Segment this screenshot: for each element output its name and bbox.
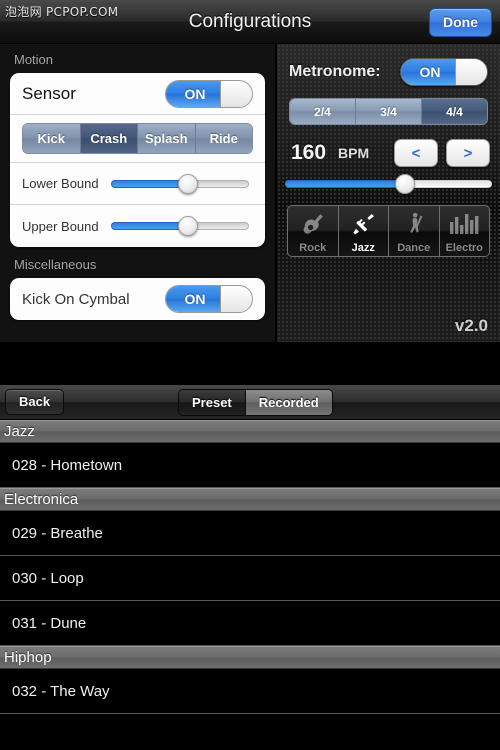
upper-bound-row: Upper Bound [10,205,265,247]
metronome-toggle-knob [455,59,487,85]
list-item[interactable]: 030 - Loop [0,556,500,601]
bpm-unit-label: BPM [338,145,370,161]
lower-bound-label: Lower Bound [22,176,99,191]
kick-on-cymbal-toggle-knob [220,286,252,312]
motion-card: Sensor ON Kick Crash Splash Ride Lower B… [10,73,265,247]
bpm-slider-fill [285,180,406,188]
lower-bound-fill [110,179,188,188]
metronome-row: Metronome: ON [277,44,500,86]
metronome-label: Metronome: [289,63,381,80]
back-button[interactable]: Back [5,389,65,415]
sensor-toggle-state: ON [166,80,224,107]
motion-group-label: Motion [14,52,54,67]
time-signature-4-4[interactable]: 4/4 [422,99,487,124]
kick-on-cymbal-row: Kick On Cymbal ON [10,278,265,320]
tab-recorded[interactable]: Recorded [245,390,332,415]
version-label: v2.0 [454,316,488,335]
guitar-icon [288,209,338,239]
panel-divider-space [0,342,500,385]
sensor-toggle-knob [220,80,252,107]
list-item[interactable]: 032 - The Way [0,669,500,714]
lower-bound-slider[interactable] [110,173,249,194]
bpm-value: 160 [291,141,327,164]
dancer-icon [389,209,439,239]
genre-label-rock: Rock [299,242,327,254]
lower-bound-thumb[interactable] [177,173,198,194]
genre-button-dance[interactable]: Dance [389,206,440,256]
song-list[interactable]: Jazz 028 - Hometown Electronica 029 - Breat… [0,420,500,750]
sensor-label: Sensor [22,83,76,103]
lower-bound-row: Lower Bound [10,163,265,205]
sensor-row: Sensor ON [10,73,265,115]
metronome-toggle-state: ON [401,59,459,85]
list-toolbar: Back Preset Recorded [0,385,500,420]
bpm-increase-button[interactable]: > [446,139,490,167]
list-item[interactable]: 029 - Breathe [0,511,500,556]
bpm-slider-container [277,167,500,194]
genre-button-jazz[interactable]: Jazz [339,206,389,256]
miscellaneous-group-label: Miscellaneous [14,257,97,272]
metronome-toggle[interactable]: ON [400,58,488,86]
kick-on-cymbal-toggle[interactable]: ON [165,285,253,313]
miscellaneous-card: Kick On Cymbal ON [10,278,265,320]
genre-button-rock[interactable]: Rock [288,206,339,256]
pad-segment-crash[interactable]: Crash [80,124,138,153]
time-signature-control[interactable]: 2/4 3/4 4/4 [289,98,488,125]
time-signature-3-4[interactable]: 3/4 [356,99,422,124]
genre-label-electro: Electro [445,242,483,254]
upper-bound-slider[interactable] [110,216,249,236]
pad-segment-ride[interactable]: Ride [195,124,252,153]
upper-bound-label: Upper Bound [22,218,99,234]
bpm-decrease-button[interactable]: < [394,139,438,167]
pad-segment-splash[interactable]: Splash [138,124,196,153]
list-source-tabs[interactable]: Preset Recorded [178,389,333,416]
settings-left-pane: Motion Sensor ON Kick Crash Splash Ride … [0,44,276,342]
pad-segmented-control[interactable]: Kick Crash Splash Ride [22,123,253,154]
upper-bound-fill [110,222,188,230]
list-item[interactable]: 028 - Hometown [0,443,500,488]
list-section-header: Hiphop [0,646,500,669]
upper-bound-thumb[interactable] [177,216,198,236]
genre-selector[interactable]: Rock Jazz Dance Electro [287,205,490,257]
tab-preset[interactable]: Preset [179,390,246,415]
equalizer-icon [440,209,490,239]
kick-on-cymbal-label: Kick On Cymbal [22,290,130,308]
bpm-slider-thumb[interactable] [395,174,416,194]
trumpet-icon [339,209,389,239]
kick-on-cymbal-toggle-state: ON [166,286,224,312]
time-signature-2-4[interactable]: 2/4 [290,99,356,124]
settings-right-pane: Metronome: ON 2/4 3/4 4/4 160 BPM < > Ro… [277,44,500,342]
list-section-header: Electronica [0,488,500,511]
bpm-slider[interactable] [285,174,492,194]
sensor-toggle[interactable]: ON [165,79,253,108]
configurations-panel: Motion Sensor ON Kick Crash Splash Ride … [0,44,500,342]
genre-label-dance: Dance [397,242,431,254]
list-section-header: Jazz [0,420,500,443]
genre-button-electro[interactable]: Electro [440,206,490,256]
genre-label-jazz: Jazz [351,242,375,254]
pad-selector-row: Kick Crash Splash Ride [10,123,265,163]
list-item[interactable]: 031 - Dune [0,601,500,646]
pad-segment-kick[interactable]: Kick [23,124,81,153]
bpm-row: 160 BPM < > [277,125,500,167]
page-title: Configurations [188,11,312,32]
done-button[interactable]: Done [429,8,492,37]
title-bar: 泡泡网 PCPOP.COM Configurations Done [0,0,500,44]
